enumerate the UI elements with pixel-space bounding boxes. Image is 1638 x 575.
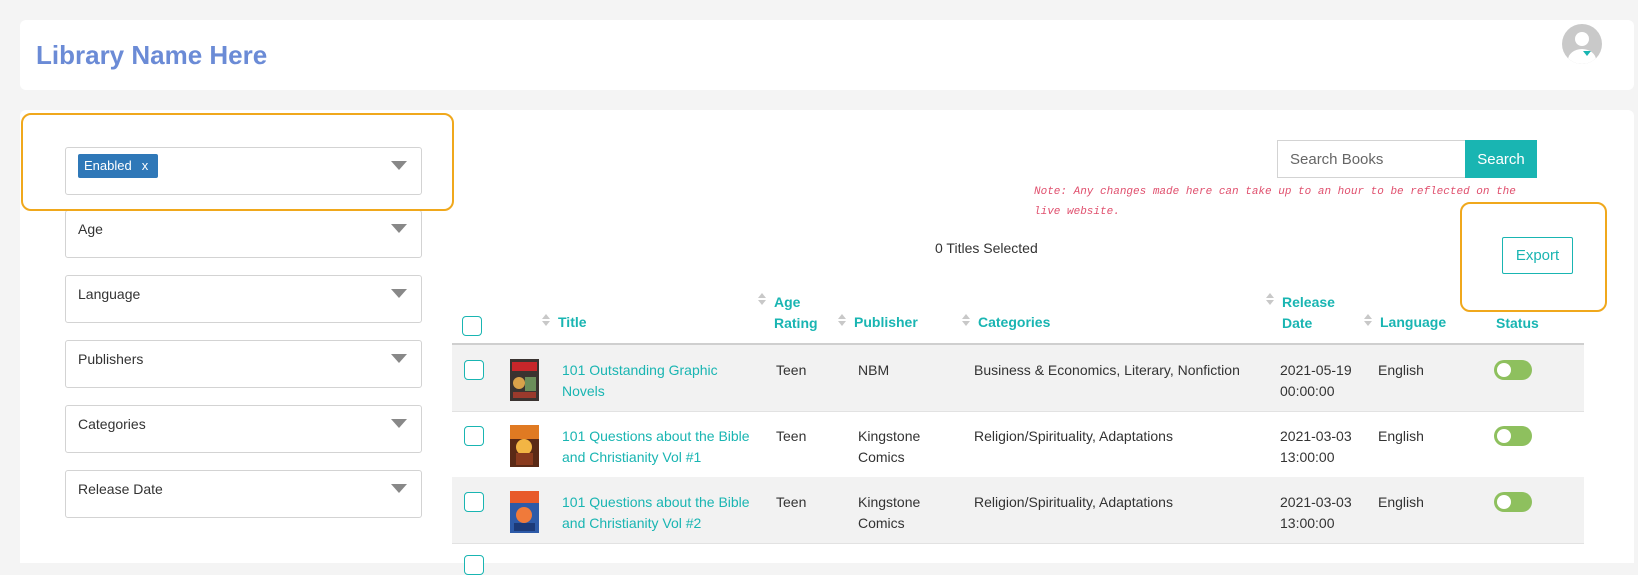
age-rating-cell: Teen	[776, 428, 807, 444]
publisher-cell: Kingstone Comics	[858, 428, 921, 465]
update-note: Note: Any changes made here can take up …	[1034, 186, 1516, 218]
chevron-down-icon[interactable]	[391, 224, 407, 233]
table-row: 101 Questions about the Bible and Christ…	[452, 477, 1584, 544]
book-title-link[interactable]: 101 Questions about the Bible and Christ…	[562, 426, 762, 468]
search-button[interactable]: Search	[1465, 140, 1537, 178]
column-header-title[interactable]: Title	[558, 312, 587, 333]
column-header-language[interactable]: Language	[1380, 312, 1446, 333]
user-avatar-icon[interactable]	[1562, 24, 1602, 64]
language-cell: English	[1378, 362, 1424, 378]
chevron-down-icon[interactable]	[391, 419, 407, 428]
chevron-down-icon[interactable]	[391, 289, 407, 298]
status-toggle[interactable]	[1494, 360, 1532, 380]
release-date-cell: 2021-03-03 13:00:00	[1280, 494, 1352, 531]
publisher-cell: NBM	[858, 362, 890, 378]
categories-cell: Religion/Spirituality, Adaptations	[974, 494, 1173, 510]
release-date-cell: 2021-05-19 00:00:00	[1280, 362, 1352, 399]
release-date-cell: 2021-03-03 13:00:00	[1280, 428, 1352, 465]
search-input[interactable]	[1277, 140, 1465, 178]
row-checkbox[interactable]	[464, 426, 484, 446]
column-header-status: Status	[1496, 315, 1539, 331]
row-checkbox[interactable]	[464, 555, 484, 575]
publisher-cell: Kingstone Comics	[858, 494, 921, 531]
language-filter-label: Language	[78, 286, 141, 302]
status-toggle[interactable]	[1494, 426, 1532, 446]
language-filter-select[interactable]: Language	[65, 275, 422, 323]
book-cover-thumbnail[interactable]	[510, 359, 539, 401]
avatar-caret-icon[interactable]	[1583, 51, 1591, 56]
row-checkbox[interactable]	[464, 360, 484, 380]
book-title-link[interactable]: 101 Questions about the Bible and Christ…	[562, 492, 762, 534]
chevron-down-icon[interactable]	[391, 484, 407, 493]
sort-release-date-icon[interactable]	[1266, 293, 1274, 305]
sort-publisher-icon[interactable]	[838, 314, 846, 326]
publishers-filter-select[interactable]: Publishers	[65, 340, 422, 388]
categories-filter-label: Categories	[78, 416, 146, 432]
categories-cell: Religion/Spirituality, Adaptations	[974, 428, 1173, 444]
select-all-checkbox[interactable]	[462, 316, 482, 336]
table-row: 101 Outstanding Graphic Novels Teen NBM …	[452, 345, 1584, 412]
book-cover-thumbnail[interactable]	[510, 491, 539, 533]
sort-age-icon[interactable]	[758, 293, 766, 305]
categories-cell: Business & Economics, Literary, Nonficti…	[974, 362, 1240, 378]
age-rating-cell: Teen	[776, 362, 807, 378]
column-header-age-rating[interactable]: Age Rating	[774, 292, 844, 334]
language-cell: English	[1378, 494, 1424, 510]
age-filter-select[interactable]: Age	[65, 210, 422, 258]
book-title-link[interactable]: 101 Outstanding Graphic Novels	[562, 360, 742, 402]
publishers-filter-label: Publishers	[78, 351, 144, 367]
filter-highlight	[21, 113, 454, 211]
export-button[interactable]: Export	[1502, 237, 1573, 274]
chevron-down-icon[interactable]	[391, 354, 407, 363]
release-date-filter-select[interactable]: Release Date	[65, 470, 422, 518]
row-checkbox[interactable]	[464, 492, 484, 512]
sort-categories-icon[interactable]	[962, 314, 970, 326]
language-cell: English	[1378, 428, 1424, 444]
titles-selected-count: 0 Titles Selected	[935, 240, 1038, 256]
release-date-filter-label: Release Date	[78, 481, 163, 497]
age-rating-cell: Teen	[776, 494, 807, 510]
age-filter-label: Age	[78, 221, 103, 237]
library-name[interactable]: Library Name Here	[36, 40, 267, 71]
column-header-categories[interactable]: Categories	[978, 312, 1050, 333]
table-row: 101 Questions about the Bible and Christ…	[452, 411, 1584, 478]
status-toggle[interactable]	[1494, 492, 1532, 512]
column-header-release-date[interactable]: Release Date	[1282, 292, 1352, 334]
sort-title-icon[interactable]	[542, 314, 550, 326]
categories-filter-select[interactable]: Categories	[65, 405, 422, 453]
app-header: Library Name Here	[20, 20, 1634, 90]
book-cover-thumbnail[interactable]	[510, 425, 539, 467]
sort-language-icon[interactable]	[1364, 314, 1372, 326]
column-header-publisher[interactable]: Publisher	[854, 312, 918, 333]
